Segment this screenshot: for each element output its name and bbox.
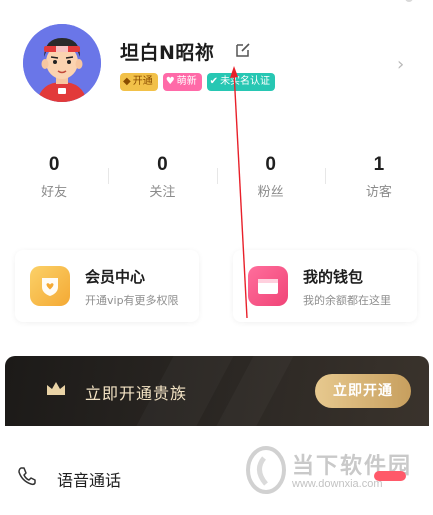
verification-badge-label: 未实名认证 [220,76,271,87]
noble-banner[interactable]: 立即开通贵族 立即开通 [5,356,429,426]
watermark-url: www.downxia.com [292,478,383,490]
stat-label: 关注 [149,185,176,200]
wallet-subtitle: 我的余额都在这里 [303,294,391,307]
newbie-badge-label: 萌新 [176,76,197,87]
wallet-icon [248,266,288,306]
crown-icon [47,382,65,395]
heart-icon: ♥ [165,76,175,87]
stat-value: 0 [265,154,276,175]
member-center-subtitle: 开通vip有更多权限 [85,294,179,307]
vip-badge-label: 开通 [132,76,153,87]
stat-value: 0 [157,154,168,175]
voice-call-label: 语音通话 [57,471,122,490]
stat-label: 访客 [365,185,392,200]
noble-banner-text: 立即开通贵族 [85,384,188,403]
username: 坦白N昭祢 [120,42,215,64]
watermark-logo-icon [246,446,286,494]
stat-value: 0 [48,154,60,175]
heart-shield-icon [30,266,70,306]
wallet-card[interactable]: 我的钱包 我的余额都在这里 [233,250,417,322]
stat-label: 好友 [41,185,68,200]
wallet-title: 我的钱包 [303,268,364,286]
verification-badge[interactable]: ✔ 未实名认证 [206,73,276,91]
stat-following[interactable]: 0 关注 [108,148,216,210]
open-noble-button[interactable]: 立即开通 [315,374,411,408]
vip-badge[interactable]: ◆ 开通 [120,73,158,91]
phone-icon [18,467,36,486]
stat-label: 粉丝 [257,185,284,200]
edit-icon[interactable] [234,41,252,59]
member-center-card[interactable]: 会员中心 开通vip有更多权限 [15,250,199,322]
watermark: 当下软件园 www.downxia.com [244,446,414,498]
cartoon-boy-avatar-icon [23,24,101,102]
chevron-right-icon[interactable]: › [397,54,404,75]
watermark-red-mark [374,471,406,481]
stat-value: 1 [373,154,385,175]
newbie-badge: ♥ 萌新 [162,73,202,91]
stat-friends[interactable]: 0 好友 [0,148,108,210]
verified-v-icon: ✔ [209,76,219,87]
stat-visitors[interactable]: 1 访客 [324,148,433,210]
status-dot [405,0,413,2]
stats-row: 0 好友 0 关注 0 粉丝 1 访客 [0,148,433,210]
profile-header[interactable]: 坦白N昭祢 ◆ 开通 ♥ 萌新 ✔ 未实名认证 › [0,0,433,130]
member-center-title: 会员中心 [85,268,146,286]
vip-diamond-icon: ◆ [123,76,131,87]
avatar[interactable] [23,24,101,102]
stat-fans[interactable]: 0 粉丝 [216,148,325,210]
badge-row: ◆ 开通 ♥ 萌新 ✔ 未实名认证 [120,73,276,91]
